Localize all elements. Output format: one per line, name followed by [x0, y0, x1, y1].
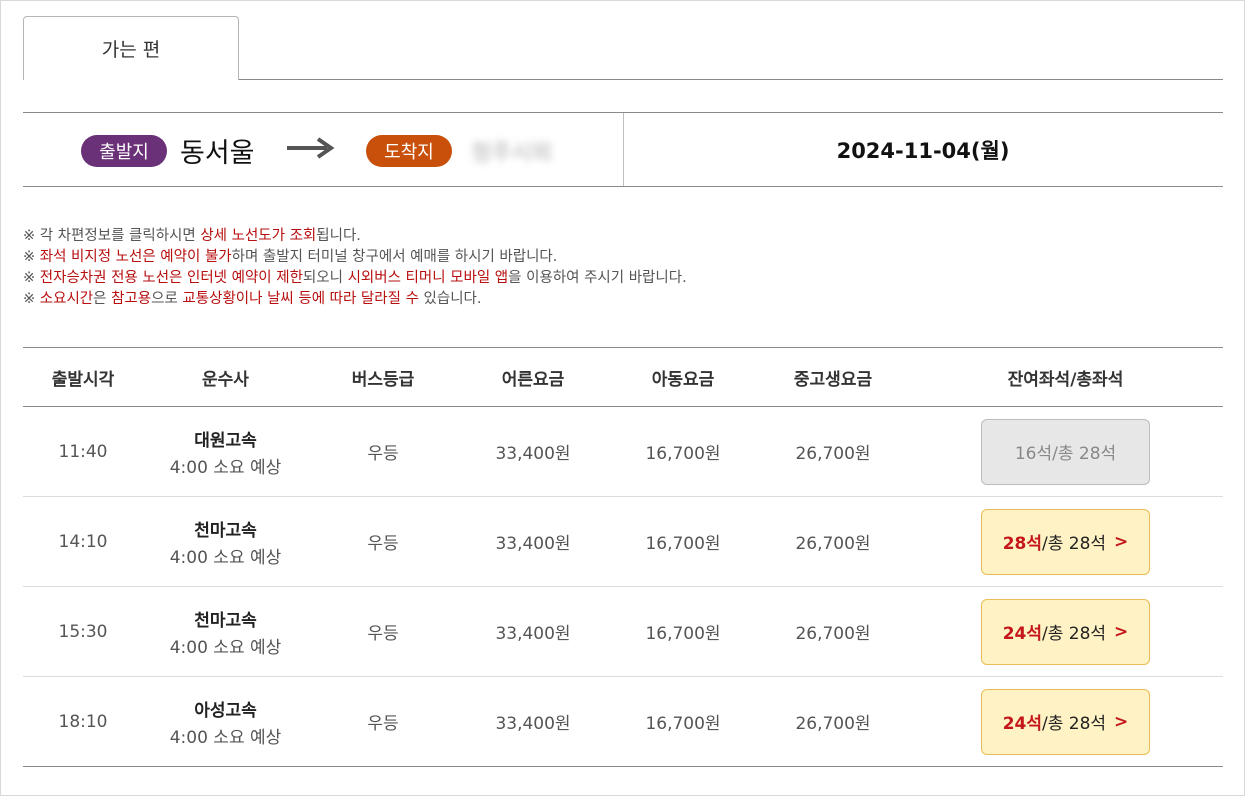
- departure-time: 14:10: [58, 531, 108, 552]
- student-fare: 26,700원: [795, 444, 871, 464]
- departure-date: 2024-11-04(월): [836, 138, 1010, 163]
- bus-grade: 우등: [367, 714, 399, 734]
- student-fare: 26,700원: [795, 624, 871, 644]
- child-fare: 16,700원: [645, 444, 721, 464]
- company-cell: 아성고속 4:00 소요 예상: [143, 677, 308, 767]
- header-company: 운수사: [202, 369, 249, 390]
- notice-item: ※ 전자승차권 전용 노선은 인터넷 예약이 제한되오니 시외버스 티머니 모바…: [23, 270, 687, 286]
- departure-time: 18:10: [58, 711, 108, 732]
- total-seats: /총 28석: [1042, 714, 1107, 734]
- arrival-badge: 도착지: [366, 135, 452, 167]
- total-seats: /총 28석: [1042, 624, 1107, 644]
- departure-time: 15:30: [58, 621, 108, 642]
- header-departure-time: 출발시각: [51, 369, 115, 390]
- seats-cell: 24석 /총 28석 >: [908, 587, 1223, 677]
- company-name: 천마고속: [194, 610, 257, 631]
- notice-item: ※ 소요시간은 참고용으로 교통상황이나 날씨 등에 따라 달라질 수 있습니다…: [23, 291, 482, 307]
- arrow-right-icon: [287, 137, 335, 159]
- remaining-seats: 24석: [1002, 714, 1042, 734]
- table-row[interactable]: 15:30 천마고속 4:00 소요 예상 우등 33,400원 16,700원 …: [23, 587, 1223, 677]
- header-bus-grade: 버스등급: [351, 369, 415, 390]
- bus-grade: 우등: [367, 444, 399, 464]
- tab-outbound[interactable]: 가는 편: [23, 16, 239, 80]
- route-summary: 출발지 동서울 도착지 청주시외 2024-11-04(월): [23, 112, 1223, 187]
- select-seat-button[interactable]: 28석 /총 28석 >: [981, 508, 1150, 575]
- seats-cell: 16석 /총 28석: [908, 407, 1223, 497]
- departure-badge: 출발지: [81, 135, 167, 167]
- departure-city: 동서울: [180, 138, 255, 169]
- student-fare: 26,700원: [795, 534, 871, 554]
- company-name: 대원고속: [194, 430, 257, 451]
- duration: 4:00 소요 예상: [169, 457, 282, 478]
- chevron-right-icon: >: [1114, 711, 1129, 732]
- header-child-fare: 아동요금: [651, 369, 715, 390]
- company-name: 아성고속: [194, 700, 257, 721]
- select-seat-button[interactable]: 24석 /총 28석 >: [981, 688, 1150, 755]
- seats-cell: 28석 /총 28석 >: [908, 497, 1223, 587]
- total-seats: /총 28석: [1042, 534, 1107, 554]
- tab-divider: [239, 79, 1223, 80]
- remaining-seats: 16석: [1014, 444, 1053, 464]
- adult-fare: 33,400원: [495, 624, 571, 644]
- seats-cell: 24석 /총 28석 >: [908, 677, 1223, 767]
- header-adult-fare: 어른요금: [501, 369, 565, 390]
- adult-fare: 33,400원: [495, 534, 571, 554]
- header-student-fare: 중고생요금: [793, 369, 873, 390]
- remaining-seats: 24석: [1002, 624, 1042, 644]
- remaining-seats: 28석: [1002, 534, 1042, 554]
- student-fare: 26,700원: [795, 714, 871, 734]
- duration: 4:00 소요 예상: [169, 637, 282, 658]
- child-fare: 16,700원: [645, 714, 721, 734]
- notice-item: ※ 각 차편정보를 클릭하시면 상세 노선도가 조회됩니다.: [23, 228, 361, 244]
- seat-button-disabled: 16석 /총 28석: [981, 418, 1150, 485]
- table-header: 출발시각 운수사 버스등급 어른요금 아동요금 중고생요금 잔여좌석/총좌석: [23, 347, 1223, 407]
- bus-grade: 우등: [367, 534, 399, 554]
- select-seat-button[interactable]: 24석 /총 28석 >: [981, 598, 1150, 665]
- table-row[interactable]: 11:40 대원고속 4:00 소요 예상 우등 33,400원 16,700원 …: [23, 407, 1223, 497]
- company-cell: 대원고속 4:00 소요 예상: [143, 407, 308, 497]
- header-seats: 잔여좌석/총좌석: [1007, 369, 1124, 390]
- duration: 4:00 소요 예상: [169, 727, 282, 748]
- bus-grade: 우등: [367, 624, 399, 644]
- duration: 4:00 소요 예상: [169, 547, 282, 568]
- notice-item: ※ 좌석 비지정 노선은 예약이 불가하며 출발지 터미널 창구에서 예매를 하…: [23, 249, 558, 265]
- table-row[interactable]: 18:10 아성고속 4:00 소요 예상 우등 33,400원 16,700원 …: [23, 677, 1223, 767]
- notice-list: ※ 각 차편정보를 클릭하시면 상세 노선도가 조회됩니다. ※ 좌석 비지정 …: [23, 226, 687, 310]
- company-cell: 천마고속 4:00 소요 예상: [143, 587, 308, 677]
- arrival-city: 청주시외: [471, 141, 552, 166]
- route-cities: 출발지 동서울 도착지 청주시외: [23, 113, 624, 186]
- chevron-right-icon: >: [1114, 621, 1129, 642]
- total-seats: /총 28석: [1052, 444, 1117, 464]
- adult-fare: 33,400원: [495, 444, 571, 464]
- child-fare: 16,700원: [645, 624, 721, 644]
- chevron-right-icon: >: [1114, 531, 1129, 552]
- departure-time: 11:40: [58, 441, 108, 462]
- company-cell: 천마고속 4:00 소요 예상: [143, 497, 308, 587]
- adult-fare: 33,400원: [495, 714, 571, 734]
- child-fare: 16,700원: [645, 534, 721, 554]
- company-name: 천마고속: [194, 520, 257, 541]
- table-row[interactable]: 14:10 천마고속 4:00 소요 예상 우등 33,400원 16,700원 …: [23, 497, 1223, 587]
- schedule-table: 출발시각 운수사 버스등급 어른요금 아동요금 중고생요금 잔여좌석/총좌석 1…: [23, 347, 1223, 767]
